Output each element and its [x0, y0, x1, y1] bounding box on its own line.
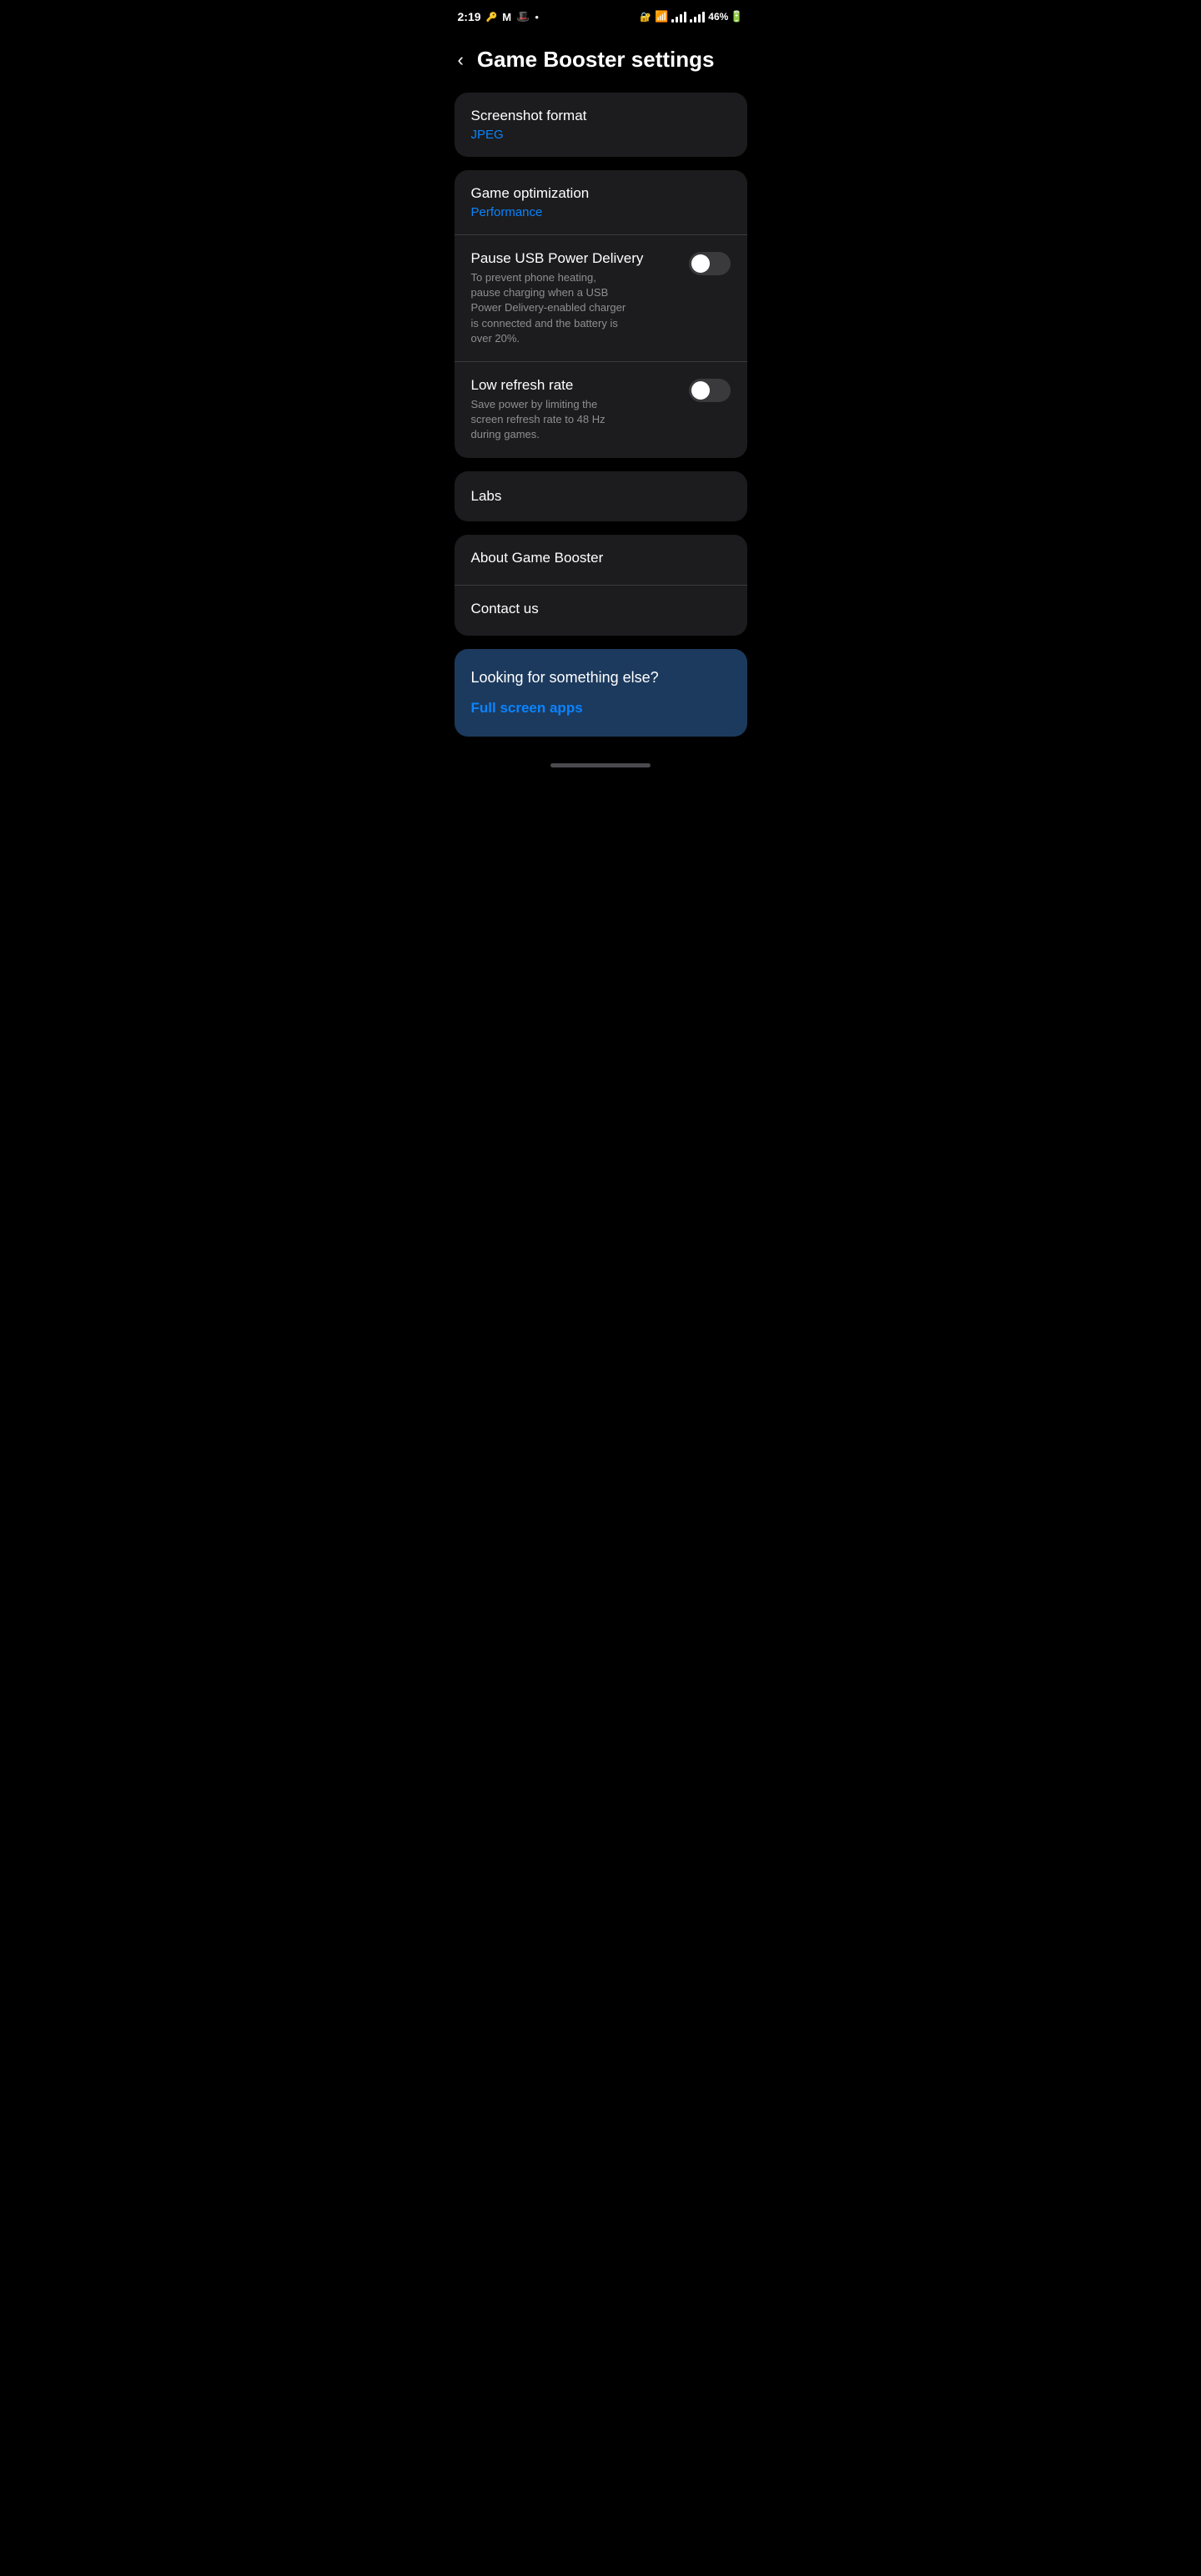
contact-label: Contact us [471, 601, 731, 617]
game-optimization-value: Performance [471, 205, 731, 219]
game-optimization-item[interactable]: Game optimization Performance [455, 170, 747, 234]
low-refresh-content: Low refresh rate Save power by limiting … [471, 377, 679, 443]
battery-percent: 46% [708, 11, 728, 23]
mail-icon: M [502, 11, 511, 23]
pause-usb-item: Pause USB Power Delivery To prevent phon… [455, 234, 747, 361]
status-bar: 2:19 🔑 M 🎩 ● 🔐 📶 46% 🔋 [445, 0, 757, 33]
low-refresh-label: Low refresh rate [471, 377, 679, 394]
extra-icon: 🎩 [516, 10, 530, 23]
pause-usb-slider [689, 252, 731, 275]
signal-bars-1 [671, 12, 686, 23]
pause-usb-content: Pause USB Power Delivery To prevent phon… [471, 250, 679, 346]
status-right: 🔐 📶 46% 🔋 [640, 10, 743, 23]
full-screen-apps-link[interactable]: Full screen apps [471, 700, 731, 717]
page-title: Game Booster settings [477, 47, 715, 73]
contact-us-item[interactable]: Contact us [455, 585, 747, 636]
about-game-booster-item[interactable]: About Game Booster [455, 535, 747, 585]
looking-title: Looking for something else? [471, 669, 731, 687]
vpn-icon: 🔑 [486, 12, 498, 23]
battery-icon: 🔋 [730, 10, 743, 23]
time-display: 2:19 [458, 10, 481, 23]
about-label: About Game Booster [471, 550, 731, 566]
back-button[interactable]: ‹ [458, 49, 464, 71]
notification-dot: ● [535, 13, 539, 21]
looking-card: Looking for something else? Full screen … [455, 649, 747, 737]
labs-label: Labs [471, 488, 731, 505]
low-refresh-slider [689, 379, 731, 402]
screenshot-format-item[interactable]: Screenshot format JPEG [455, 93, 747, 157]
page-header: ‹ Game Booster settings [445, 33, 757, 93]
pause-usb-desc: To prevent phone heating, pause charging… [471, 270, 679, 346]
screenshot-format-label: Screenshot format [471, 108, 731, 124]
about-contact-card: About Game Booster Contact us [455, 535, 747, 636]
game-optimization-card: Game optimization Performance Pause USB … [455, 170, 747, 458]
low-refresh-desc: Save power by limiting the screen refres… [471, 397, 679, 443]
key-icon: 🔐 [640, 12, 651, 23]
labs-card[interactable]: Labs [455, 471, 747, 521]
pause-usb-label: Pause USB Power Delivery [471, 250, 679, 267]
battery-container: 46% 🔋 [708, 10, 743, 23]
game-optimization-label: Game optimization [471, 185, 731, 202]
pause-usb-toggle[interactable] [689, 252, 731, 275]
signal-bars-2 [690, 12, 705, 23]
home-indicator [445, 757, 757, 781]
home-bar [550, 763, 651, 767]
screenshot-format-card: Screenshot format JPEG [455, 93, 747, 157]
status-left: 2:19 🔑 M 🎩 ● [458, 10, 540, 23]
wifi-icon: 📶 [655, 10, 668, 23]
low-refresh-item: Low refresh rate Save power by limiting … [455, 361, 747, 458]
low-refresh-toggle[interactable] [689, 379, 731, 402]
screenshot-format-value: JPEG [471, 128, 731, 142]
